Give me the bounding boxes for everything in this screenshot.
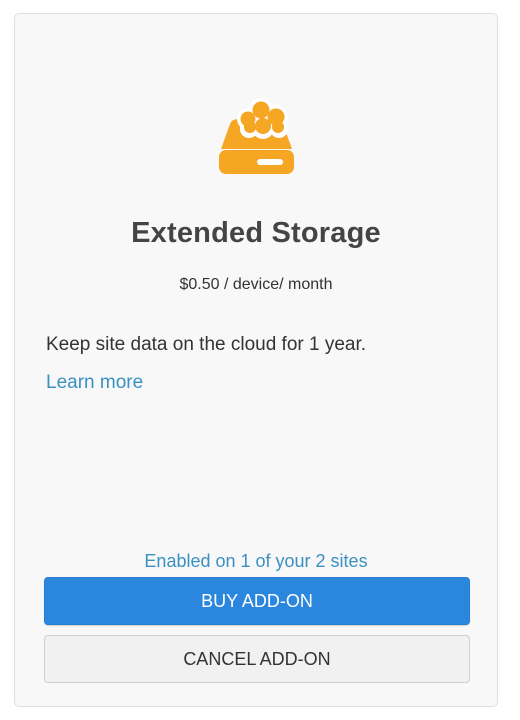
addon-title: Extended Storage bbox=[131, 217, 381, 249]
addon-card: Extended Storage $0.50 / device/ month K… bbox=[14, 13, 498, 707]
addon-price: $0.50 / device/ month bbox=[179, 276, 333, 293]
addon-icon-container bbox=[15, 94, 497, 204]
addon-description: Keep site data on the cloud for 1 year. bbox=[46, 334, 367, 355]
cancel-addon-button[interactable]: CANCEL ADD-ON bbox=[44, 635, 470, 683]
buy-addon-button[interactable]: BUY ADD-ON bbox=[44, 577, 470, 625]
learn-more-link[interactable]: Learn more bbox=[46, 372, 143, 394]
cloud-storage-icon bbox=[213, 94, 299, 204]
enabled-status-text: Enabled on 1 of your 2 sites bbox=[144, 551, 368, 571]
